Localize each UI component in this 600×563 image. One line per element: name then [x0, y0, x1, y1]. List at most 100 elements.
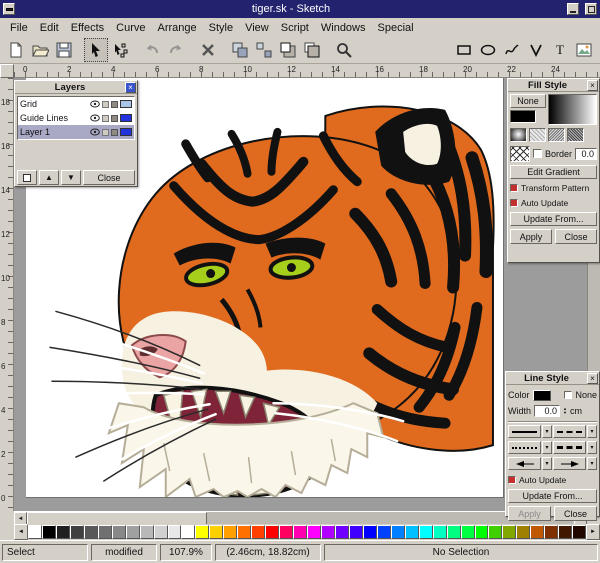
fill-close-icon[interactable]: × [587, 79, 598, 91]
dash-dashed-button[interactable] [553, 425, 586, 438]
fill-palette-titlebar[interactable]: Fill Style × [508, 79, 599, 92]
print-icon[interactable] [102, 100, 109, 108]
color-swatch[interactable] [167, 525, 182, 539]
color-swatch[interactable] [111, 525, 126, 539]
color-swatch[interactable] [28, 525, 42, 539]
menu-windows[interactable]: Windows [315, 20, 372, 36]
color-swatch[interactable] [321, 525, 335, 539]
fill-update-from-button[interactable]: Update From... [510, 212, 597, 226]
color-swatch[interactable] [125, 525, 140, 539]
move-to-front[interactable] [276, 38, 300, 62]
color-swatch[interactable] [362, 525, 377, 539]
layer-color-swatch[interactable] [120, 100, 132, 108]
color-swatch[interactable] [139, 525, 154, 539]
menu-edit[interactable]: Edit [34, 20, 65, 36]
undo[interactable] [140, 38, 164, 62]
horizontal-scrollbar[interactable]: ◄ ► [14, 511, 587, 525]
menu-view[interactable]: View [239, 20, 275, 36]
menu-arrange[interactable]: Arrange [151, 20, 202, 36]
color-swatch[interactable] [334, 525, 349, 539]
color-swatch[interactable] [348, 525, 363, 539]
layers-palette-titlebar[interactable]: Layers × [15, 81, 137, 94]
color-swatch[interactable] [265, 525, 280, 539]
pattern-swatch-2[interactable] [548, 128, 565, 142]
line-width-input[interactable]: 0.0 [534, 405, 561, 417]
color-swatch[interactable] [307, 525, 322, 539]
color-swatch[interactable] [69, 525, 84, 539]
pattern-swatch-3[interactable] [567, 128, 584, 142]
color-swatch[interactable] [418, 525, 433, 539]
layer-row-grid[interactable]: Grid [18, 97, 134, 111]
color-swatch[interactable] [516, 525, 531, 539]
color-swatch[interactable] [544, 525, 559, 539]
zoom-tool[interactable] [332, 38, 356, 62]
arrow-dropdown-1[interactable]: ▾ [542, 457, 552, 470]
color-swatch[interactable] [293, 525, 308, 539]
color-swatch[interactable] [502, 525, 517, 539]
dash-dropdown-1[interactable]: ▾ [542, 425, 552, 438]
palette-scroll-left-button[interactable]: ◄ [14, 524, 28, 540]
redo[interactable] [164, 38, 188, 62]
layer-row-layer-1[interactable]: Layer 1 [18, 125, 134, 139]
dash-solid-button[interactable] [508, 425, 541, 438]
edit-gradient-button[interactable]: Edit Gradient [510, 165, 597, 179]
line-none-checkbox[interactable] [564, 391, 573, 399]
selection-tool[interactable] [84, 38, 108, 62]
delete[interactable] [196, 38, 220, 62]
color-swatch[interactable] [404, 525, 419, 539]
group-objects[interactable] [228, 38, 252, 62]
dash-dot-button[interactable] [508, 441, 541, 454]
color-swatch[interactable] [41, 525, 56, 539]
color-swatch[interactable] [55, 525, 70, 539]
color-swatch[interactable] [251, 525, 266, 539]
color-swatch[interactable] [390, 525, 405, 539]
color-swatch[interactable] [97, 525, 112, 539]
fill-gradient-preview[interactable] [548, 94, 597, 125]
color-swatch[interactable] [376, 525, 391, 539]
fill-apply-button[interactable]: Apply [510, 229, 552, 244]
lock-icon[interactable] [111, 100, 118, 108]
layer-up-button[interactable]: ▲ [39, 170, 59, 185]
line-palette-titlebar[interactable]: Line Style × [506, 372, 599, 385]
lock-icon[interactable] [111, 114, 118, 122]
minimize-button[interactable] [567, 3, 579, 15]
transform-pattern-indicator[interactable] [510, 184, 518, 192]
vertical-ruler[interactable]: 18 16 14 12 10 8 6 4 2 0 [0, 78, 14, 511]
color-swatch[interactable] [446, 525, 461, 539]
image-tool[interactable] [572, 38, 596, 62]
rectangle-tool[interactable] [452, 38, 476, 62]
bezier-tool[interactable] [524, 38, 548, 62]
arrow-dropdown-2[interactable]: ▾ [587, 457, 597, 470]
line-color-swatch[interactable] [532, 389, 551, 401]
layer-color-swatch[interactable] [120, 114, 132, 122]
fill-solid-black-swatch[interactable] [510, 110, 536, 123]
ungroup-objects[interactable] [252, 38, 276, 62]
line-auto-update-indicator[interactable] [508, 476, 516, 484]
color-swatch[interactable] [488, 525, 503, 539]
layers-close-icon[interactable]: × [125, 81, 136, 93]
layers-close-button[interactable]: Close [83, 170, 135, 185]
color-swatch[interactable] [530, 525, 545, 539]
width-stepper[interactable]: ▲ ▼ [563, 407, 567, 415]
color-swatch[interactable] [572, 525, 587, 539]
dash-dropdown-2[interactable]: ▾ [587, 425, 597, 438]
fill-auto-update-label[interactable]: Auto Update [521, 198, 568, 208]
eye-icon[interactable] [90, 100, 100, 108]
color-swatch[interactable] [558, 525, 573, 539]
open-document[interactable] [28, 38, 52, 62]
horizontal-ruler[interactable]: 0 2 4 6 8 10 12 14 16 18 20 22 24 [14, 64, 600, 78]
save-document[interactable] [52, 38, 76, 62]
menu-effects[interactable]: Effects [65, 20, 110, 36]
new-layer-button[interactable] [17, 170, 37, 185]
lock-icon[interactable] [111, 128, 118, 136]
border-width-value[interactable]: 0.0 [575, 147, 598, 160]
color-swatch[interactable] [153, 525, 168, 539]
print-icon[interactable] [102, 114, 109, 122]
print-icon[interactable] [102, 128, 109, 136]
color-swatch[interactable] [460, 525, 475, 539]
menu-special[interactable]: Special [372, 20, 420, 36]
layer-down-button[interactable]: ▼ [61, 170, 81, 185]
color-swatch[interactable] [432, 525, 447, 539]
line-close-button[interactable]: Close [554, 506, 597, 521]
fill-none-button[interactable]: None [510, 94, 546, 108]
